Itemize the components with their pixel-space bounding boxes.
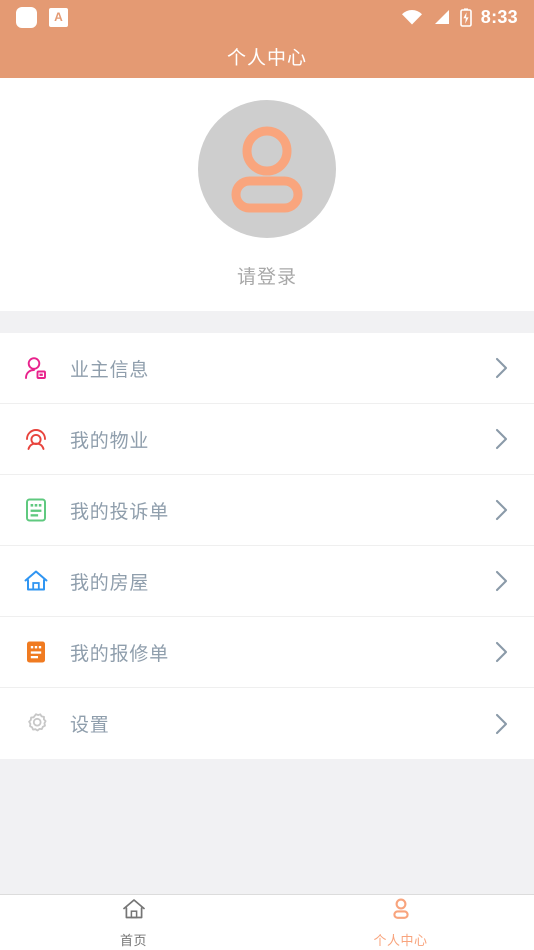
menu-item-my-property[interactable]: 我的物业	[0, 404, 534, 475]
app-notification-icon	[16, 6, 37, 28]
person-icon	[388, 897, 414, 926]
cellular-signal-icon	[434, 10, 449, 24]
property-service-person-icon	[22, 425, 50, 453]
avatar[interactable]	[198, 100, 336, 238]
app-screen: A 8:33 个人中心 请登录 业主信息 我的物业 我的投诉单 我的房屋 我的报…	[0, 0, 534, 950]
status-bar: A 8:33	[0, 0, 534, 34]
page-filler	[0, 759, 534, 894]
menu-list: 业主信息 我的物业 我的投诉单 我的房屋 我的报修单 设置	[0, 333, 534, 759]
battery-charging-icon	[459, 7, 472, 27]
owner-id-person-icon	[22, 354, 50, 382]
a-badge-label: A	[54, 10, 63, 24]
chevron-right-icon	[492, 499, 512, 521]
title-bar: 个人中心	[0, 34, 534, 78]
menu-item-label: 我的房屋	[70, 572, 150, 594]
chevron-right-icon	[492, 641, 512, 663]
status-bar-right: 8:33	[401, 7, 518, 28]
tab-personal-center[interactable]: 个人中心	[267, 895, 534, 950]
menu-item-label: 我的物业	[70, 430, 150, 452]
chevron-right-icon	[492, 570, 512, 592]
menu-item-my-repairs[interactable]: 我的报修单	[0, 617, 534, 688]
house-icon	[22, 567, 50, 595]
menu-item-label: 我的投诉单	[70, 501, 170, 523]
profile-section: 请登录	[0, 78, 534, 311]
home-icon	[121, 897, 147, 926]
a-badge-icon: A	[49, 7, 68, 27]
bottom-tab-bar: 首页 个人中心	[0, 894, 534, 950]
menu-item-owner-info[interactable]: 业主信息	[0, 333, 534, 404]
page-title: 个人中心	[226, 47, 307, 69]
menu-item-label: 设置	[70, 715, 110, 736]
user-avatar-placeholder-icon	[231, 126, 303, 213]
wifi-icon	[401, 9, 422, 25]
login-prompt[interactable]: 请登录	[237, 262, 297, 289]
repair-order-icon	[22, 638, 50, 666]
tab-home[interactable]: 首页	[0, 895, 267, 950]
gear-icon	[22, 710, 50, 738]
app-header: A 8:33 个人中心	[0, 0, 534, 78]
chevron-right-icon	[492, 428, 512, 450]
menu-item-settings[interactable]: 设置	[0, 688, 534, 759]
chevron-right-icon	[492, 357, 512, 379]
menu-item-my-complaints[interactable]: 我的投诉单	[0, 475, 534, 546]
chevron-right-icon	[492, 713, 512, 734]
tab-personal-center-label: 个人中心	[373, 932, 428, 948]
status-bar-clock: 8:33	[480, 6, 518, 27]
menu-item-my-house[interactable]: 我的房屋	[0, 546, 534, 617]
tab-home-label: 首页	[119, 932, 147, 948]
section-divider	[0, 311, 534, 333]
menu-item-label: 我的报修单	[70, 643, 170, 665]
status-bar-left: A	[16, 6, 68, 28]
complaint-form-icon	[22, 496, 50, 524]
menu-item-label: 业主信息	[70, 359, 150, 381]
